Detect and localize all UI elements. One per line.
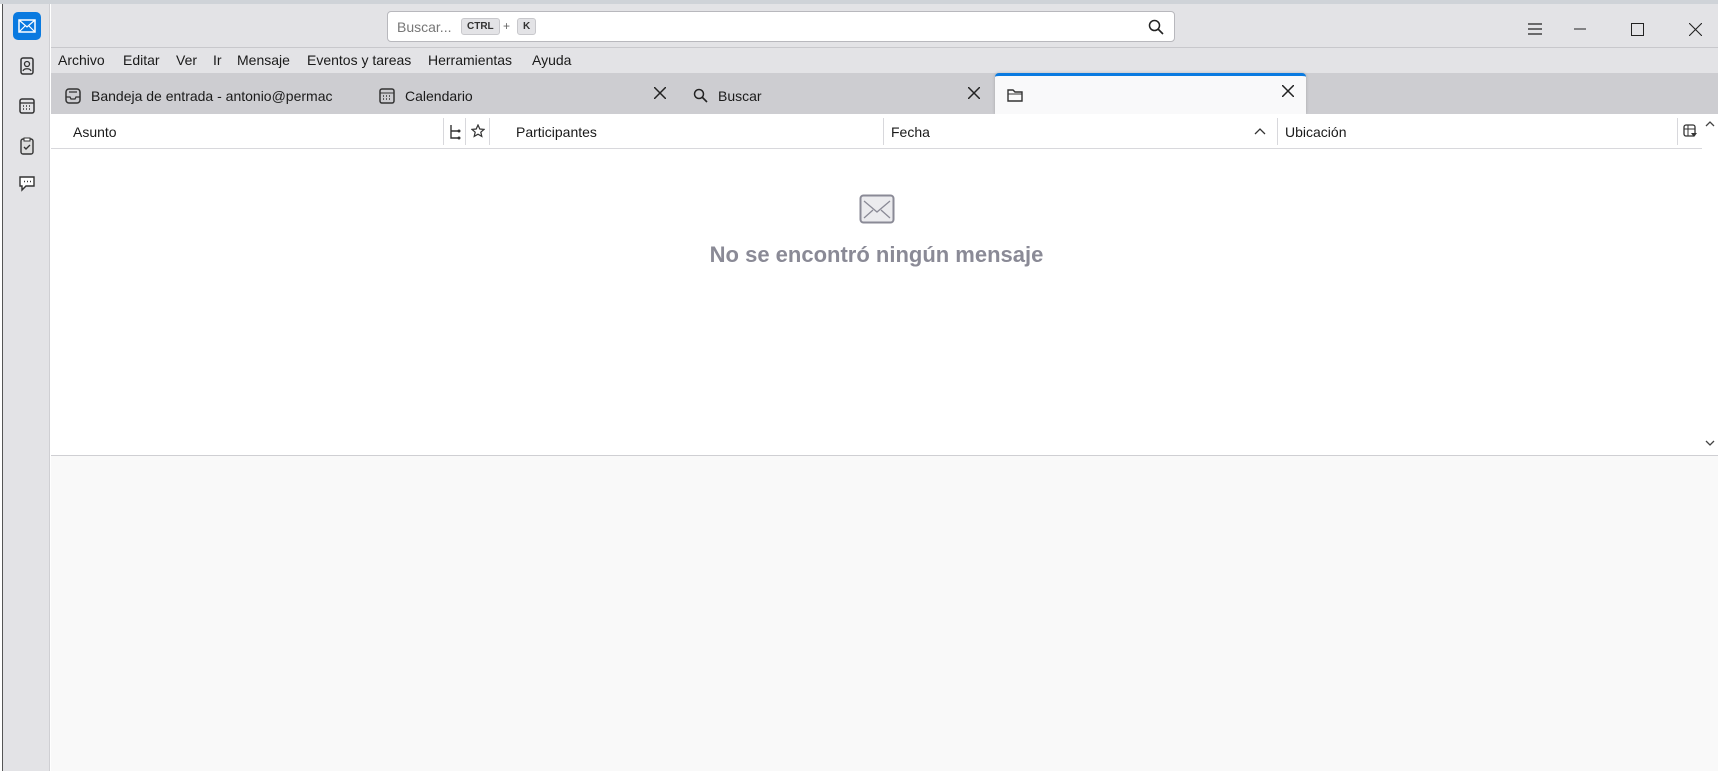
- tab-bar: Bandeja de entrada - antonio@permac Cale…: [51, 73, 1718, 114]
- column-divider[interactable]: [1277, 118, 1278, 145]
- menu-editar[interactable]: Editar: [123, 52, 160, 68]
- menu-bar: Archivo Editar Ver Ir Mensaje Eventos y …: [51, 48, 1718, 73]
- column-participants[interactable]: Participantes: [516, 124, 597, 140]
- mail-icon: [18, 19, 36, 33]
- empty-mail-icon: [859, 194, 895, 224]
- tab-label: Buscar: [718, 87, 762, 104]
- message-list-scrollbar[interactable]: [1702, 114, 1718, 455]
- tab-search[interactable]: Buscar: [681, 77, 992, 114]
- thread-column-icon[interactable]: [449, 124, 461, 140]
- message-preview-pane: [51, 455, 1718, 771]
- close-tab-icon[interactable]: [968, 87, 980, 99]
- menu-mensaje[interactable]: Mensaje: [237, 52, 290, 68]
- tab-label: Bandeja de entrada - antonio@permac: [91, 87, 333, 104]
- address-book-icon: [20, 57, 34, 75]
- shortcut-plus: +: [503, 19, 511, 33]
- column-divider[interactable]: [443, 118, 444, 145]
- thread-pane-column-header: Asunto Participantes Fecha Ubicación: [51, 114, 1718, 149]
- spaces-tasks-button[interactable]: [13, 132, 41, 160]
- tab-folder-active[interactable]: [995, 73, 1306, 114]
- menu-archivo[interactable]: Archivo: [58, 52, 105, 68]
- column-divider[interactable]: [465, 118, 466, 145]
- tab-label: Calendario: [405, 87, 473, 104]
- star-column-icon[interactable]: [471, 124, 485, 138]
- maximize-button[interactable]: [1622, 14, 1652, 44]
- empty-message: No se encontró ningún mensaje: [709, 242, 1044, 267]
- maximize-icon: [1630, 22, 1644, 36]
- spaces-mail-button[interactable]: [13, 12, 41, 40]
- tab-calendar[interactable]: Calendario: [367, 77, 678, 114]
- column-subject[interactable]: Asunto: [73, 124, 117, 140]
- close-window-button[interactable]: [1680, 14, 1710, 44]
- tab-inbox[interactable]: Bandeja de entrada - antonio@permac: [53, 77, 361, 114]
- message-list[interactable]: No se encontró ningún mensaje: [51, 149, 1702, 455]
- close-tab-icon[interactable]: [1282, 85, 1294, 97]
- global-search-input[interactable]: Buscar... CTRL + K: [387, 11, 1175, 42]
- chat-icon: [19, 176, 35, 192]
- search-placeholder: Buscar...: [397, 19, 452, 35]
- menu-ayuda[interactable]: Ayuda: [532, 52, 571, 68]
- hamburger-icon: [1528, 23, 1542, 35]
- menu-eventos-y-tareas[interactable]: Eventos y tareas: [307, 52, 411, 68]
- menu-ir[interactable]: Ir: [213, 52, 222, 68]
- column-picker-icon[interactable]: [1683, 124, 1697, 138]
- search-icon[interactable]: [1148, 19, 1164, 35]
- column-date[interactable]: Fecha: [891, 124, 930, 140]
- shortcut-k-key: K: [517, 18, 537, 35]
- scroll-down-icon[interactable]: [1705, 440, 1715, 447]
- inbox-icon: [65, 87, 81, 104]
- calendar-icon: [19, 98, 35, 114]
- minimize-button[interactable]: [1565, 14, 1595, 44]
- close-icon: [1688, 22, 1702, 36]
- search-icon: [693, 88, 708, 103]
- calendar-icon: [379, 87, 395, 104]
- tasks-icon: [20, 137, 34, 155]
- column-location[interactable]: Ubicación: [1285, 124, 1346, 140]
- column-divider[interactable]: [883, 118, 884, 145]
- column-divider[interactable]: [489, 118, 490, 145]
- close-tab-icon[interactable]: [654, 87, 666, 99]
- minimize-icon: [1574, 28, 1586, 30]
- spaces-chat-button[interactable]: [13, 170, 41, 198]
- column-divider[interactable]: [1677, 118, 1678, 145]
- menu-ver[interactable]: Ver: [176, 52, 197, 68]
- scroll-up-icon[interactable]: [1705, 120, 1715, 127]
- menu-herramientas[interactable]: Herramientas: [428, 52, 512, 68]
- sort-ascending-icon: [1254, 128, 1266, 135]
- spaces-address-book-button[interactable]: [13, 52, 41, 80]
- shortcut-ctrl-key: CTRL: [461, 18, 500, 35]
- spaces-calendar-button[interactable]: [13, 92, 41, 120]
- spaces-toolbar: [2, 4, 50, 771]
- folder-icon: [1007, 89, 1023, 102]
- app-menu-button[interactable]: [1520, 14, 1550, 44]
